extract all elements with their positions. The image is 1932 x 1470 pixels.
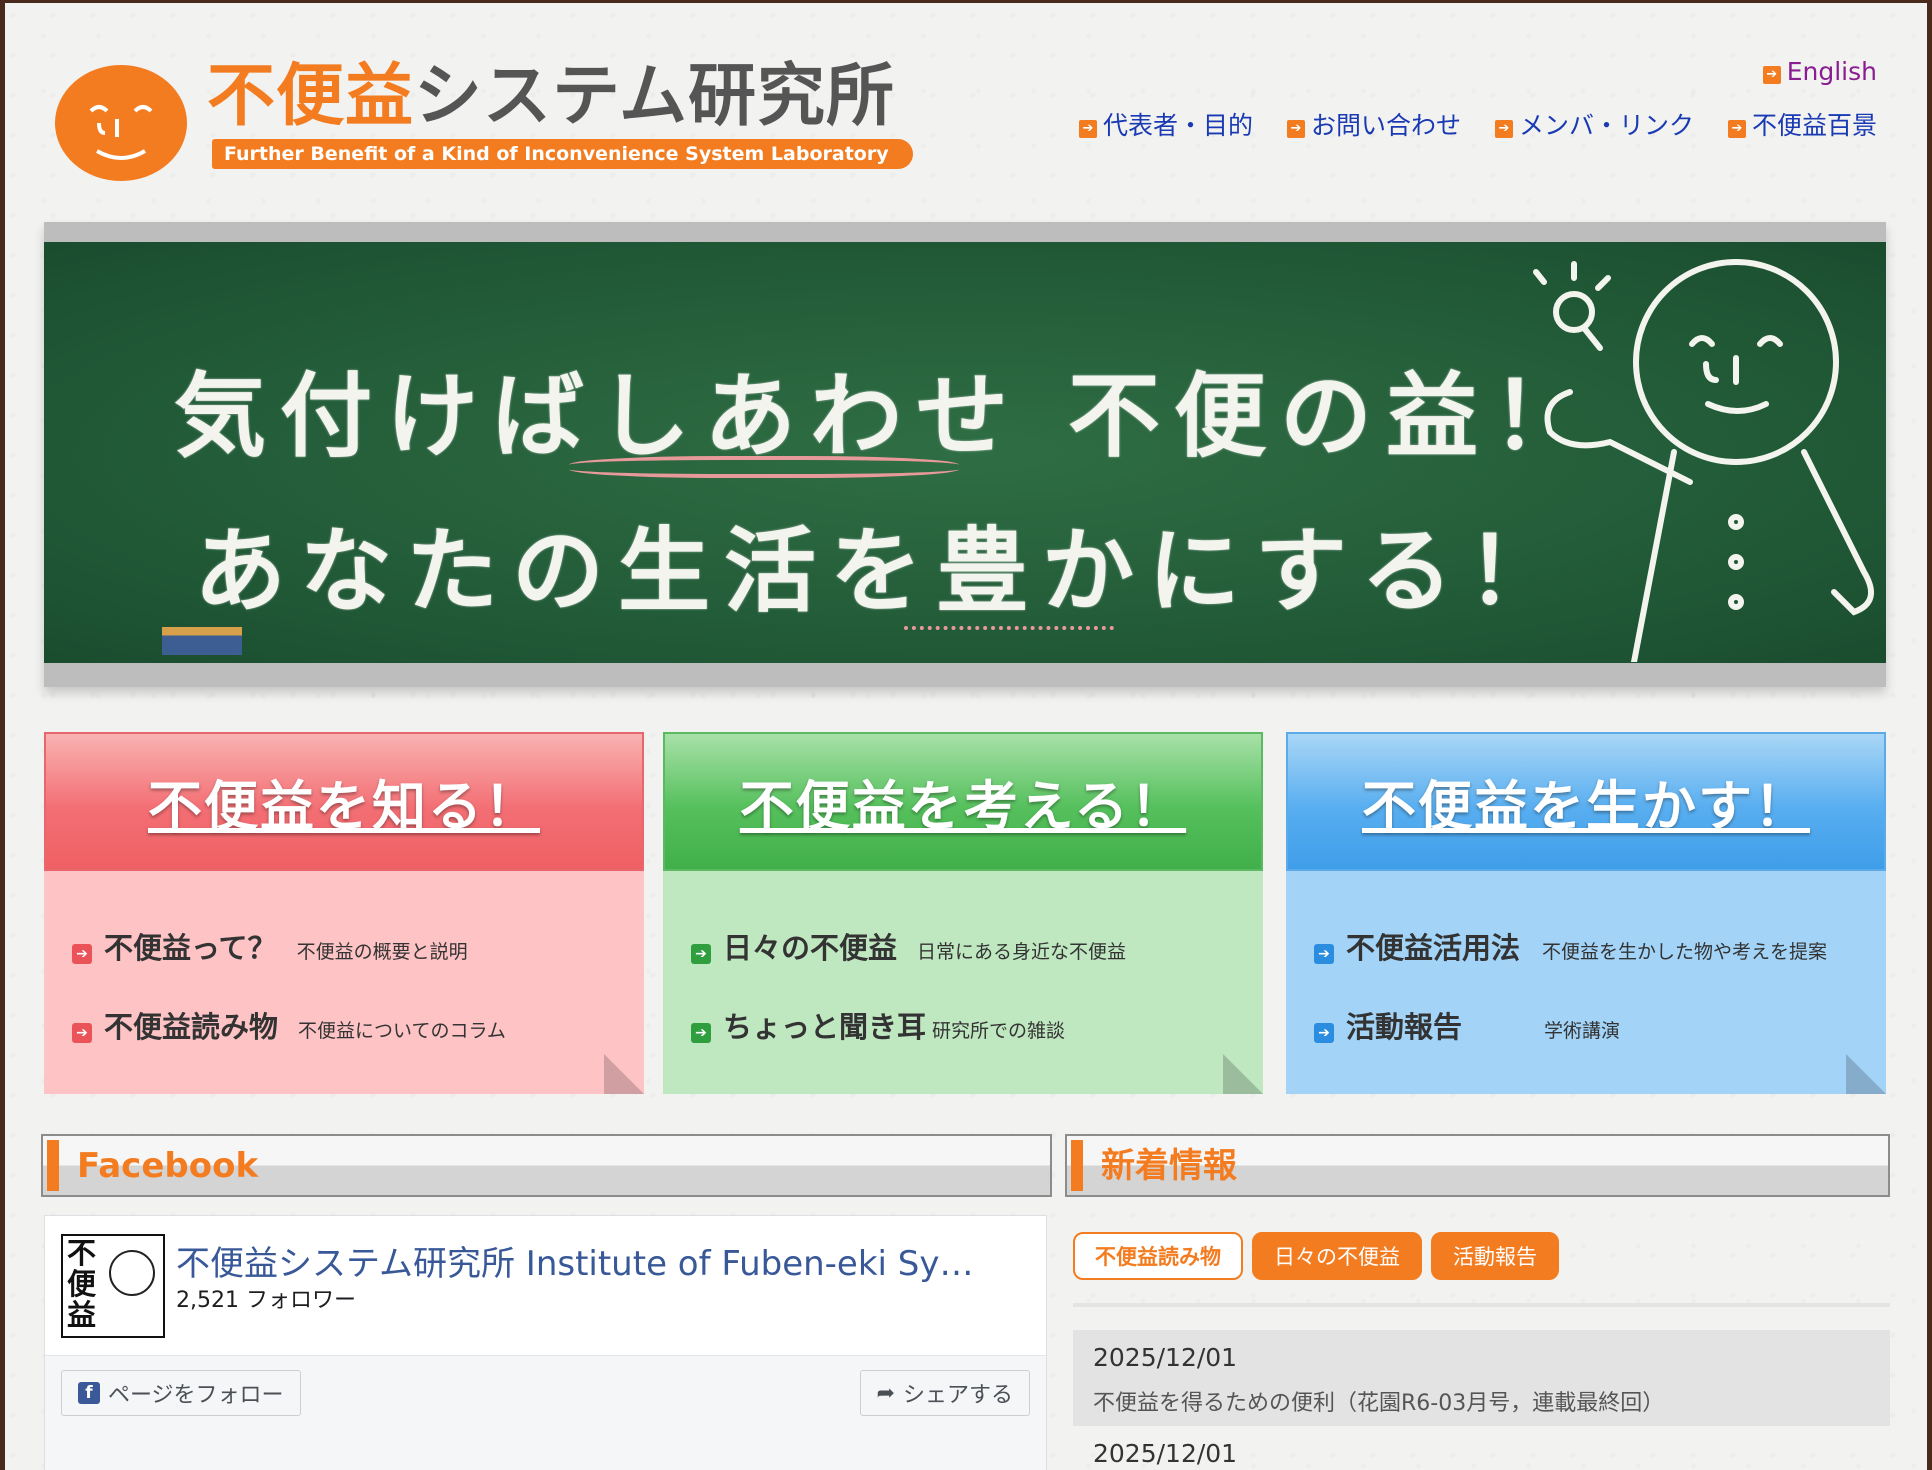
nav-item-representative[interactable]: ➔ 代表者・目的 [1078, 106, 1253, 142]
news-date: 2025/12/01 [1093, 1439, 1238, 1468]
hero-line-2: あなたの生活を豊かにする！ [194, 518, 1573, 625]
follower-count: 2,521 フォロワー [176, 1288, 356, 1313]
folded-corner [1846, 1054, 1886, 1094]
link-fubeneki-readings[interactable]: 不便益読み物 [104, 1004, 278, 1046]
panel-think-title[interactable]: 不便益を考える！ [663, 732, 1263, 871]
site-title-rest: システム研究所 [414, 57, 895, 136]
nav-item-label: 代表者・目的 [1102, 111, 1253, 140]
hero-line-1: 気付けばしあわせ 不便の益！ [174, 363, 1599, 470]
link-eavesdrop[interactable]: ちょっと聞き耳 [723, 1004, 926, 1046]
tab-daily-fubeneki[interactable]: 日々の不便益 [1252, 1232, 1422, 1280]
chalk-wavy-underline [904, 608, 1114, 630]
panel-use: 不便益を生かす！ ➔ 不便益活用法 不便益を生かした物や考えを提案 ➔ 活動報告 学術講… [1286, 732, 1886, 1094]
arrow-right-box-icon: ➔ [691, 944, 711, 964]
nav-item-label: メンバ・リンク [1518, 111, 1694, 140]
share-label: シェアする [902, 1383, 1013, 1408]
follow-page-label: ページをフォロー [108, 1383, 284, 1408]
news-tabs: 不便益読み物 日々の不便益 活動報告 [1073, 1232, 1559, 1280]
chalk-character-illustration [1533, 259, 1875, 662]
follow-page-button[interactable]: f ページをフォロー [61, 1370, 301, 1416]
tab-readings[interactable]: 不便益読み物 [1073, 1232, 1243, 1280]
site-title: 不便益システム研究所 [207, 55, 895, 139]
facebook-page-avatar[interactable]: 不便益 [61, 1234, 165, 1338]
share-arrow-icon: ➦ [876, 1380, 895, 1406]
nav-item-fubeneki-100[interactable]: ➔ 不便益百景 [1727, 106, 1877, 142]
section-accent-bar [1071, 1140, 1083, 1191]
arrow-right-box-icon: ➔ [1286, 120, 1305, 138]
facebook-section-header: Facebook [41, 1134, 1052, 1197]
facebook-section-title: Facebook [77, 1146, 259, 1186]
list-item: ➔ 不便益活用法 不便益を生かした物や考えを提案 [1314, 925, 1827, 967]
item-description: 日常にある身近な不便益 [917, 941, 1127, 963]
arrow-right-box-icon: ➔ [1078, 120, 1097, 138]
link-what-is-fubeneki[interactable]: 不便益って？ [104, 925, 277, 967]
news-item: 2025/12/01 不便益を得るための便利（花園R6-03月号，連載最終回） [1073, 1330, 1890, 1426]
nav-item-label: 不便益百景 [1751, 111, 1877, 140]
chalk-eraser [162, 627, 242, 655]
arrow-right-box-icon: ➔ [691, 1023, 711, 1043]
arrow-right-box-icon: ➔ [1314, 944, 1334, 964]
facebook-logo-icon: f [78, 1382, 100, 1404]
facebook-page-name[interactable]: 不便益システム研究所 Institute of Fuben-eki Sy… [176, 1236, 974, 1285]
logo-face-icon [55, 65, 187, 181]
arrow-right-box-icon: ➔ [1727, 120, 1746, 138]
folded-corner [1223, 1054, 1263, 1094]
news-section-header: 新着情報 [1065, 1134, 1890, 1197]
avatar-face-icon [109, 1250, 155, 1296]
arrow-right-box-icon: ➔ [72, 1023, 92, 1043]
top-nav: ➔ 代表者・目的 ➔ お問い合わせ ➔ メンバ・リンク ➔ 不便益百景 [1078, 106, 1877, 142]
panel-think: 不便益を考える！ ➔ 日々の不便益 日常にある身近な不便益 ➔ ちょっと聞き耳 研究所で… [663, 732, 1263, 1094]
arrow-right-box-icon: ➔ [1494, 120, 1513, 138]
arrow-right-box-icon: ➔ [1762, 66, 1781, 84]
list-item: ➔ 不便益読み物 不便益についてのコラム [72, 1004, 506, 1046]
hero-banner: 気付けばしあわせ 不便の益！ あなたの生活を豊かにする！ [44, 222, 1886, 687]
avatar-kanji: 不便益 [67, 1236, 97, 1332]
link-daily-fubeneki[interactable]: 日々の不便益 [723, 925, 897, 967]
panel-use-body: ➔ 不便益活用法 不便益を生かした物や考えを提案 ➔ 活動報告 学術講演 [1286, 871, 1886, 1094]
list-item: ➔ 活動報告 学術講演 [1314, 1004, 1620, 1046]
section-accent-bar [47, 1140, 59, 1191]
folded-corner [604, 1054, 644, 1094]
arrow-right-box-icon: ➔ [72, 944, 92, 964]
panel-think-body: ➔ 日々の不便益 日常にある身近な不便益 ➔ ちょっと聞き耳 研究所での雑談 [663, 871, 1263, 1094]
page: 不便益システム研究所 Further Benefit of a Kind of … [5, 3, 1927, 1470]
link-activity-report[interactable]: 活動報告 [1346, 1004, 1462, 1046]
site-title-highlight: 不便益 [207, 57, 415, 136]
site-logo[interactable]: 不便益システム研究所 Further Benefit of a Kind of … [55, 55, 913, 185]
facebook-action-bar: f ページをフォロー ➦ シェアする [45, 1355, 1046, 1470]
panel-use-title[interactable]: 不便益を生かす！ [1286, 732, 1886, 871]
link-utilization[interactable]: 不便益活用法 [1346, 925, 1520, 967]
news-date: 2025/12/01 [1093, 1343, 1238, 1372]
english-link[interactable]: ➔ English [1762, 57, 1877, 86]
share-button[interactable]: ➦ シェアする [859, 1370, 1030, 1416]
list-item: ➔ 不便益って？ 不便益の概要と説明 [72, 925, 468, 967]
news-item: 2025/12/01 [1073, 1426, 1890, 1470]
nav-item-contact[interactable]: ➔ お問い合わせ [1286, 106, 1461, 142]
news-section-title: 新着情報 [1101, 1146, 1237, 1186]
tab-activity-report[interactable]: 活動報告 [1431, 1232, 1559, 1280]
english-link-label: English [1786, 57, 1877, 86]
list-item: ➔ 日々の不便益 日常にある身近な不便益 [691, 925, 1126, 967]
item-description: 不便益についてのコラム [298, 1020, 506, 1042]
news-divider [1073, 1303, 1890, 1307]
panel-know: 不便益を知る！ ➔ 不便益って？ 不便益の概要と説明 ➔ 不便益読み物 不便益についての… [44, 732, 644, 1094]
facebook-page-widget: 不便益 不便益システム研究所 Institute of Fuben-eki Sy… [44, 1215, 1047, 1470]
site-subtitle: Further Benefit of a Kind of Inconvenien… [212, 139, 913, 169]
news-title-link[interactable]: 不便益を得るための便利（花園R6-03月号，連載最終回） [1093, 1385, 1664, 1417]
arrow-right-box-icon: ➔ [1314, 1023, 1334, 1043]
item-description: 不便益の概要と説明 [296, 941, 468, 963]
item-description: 研究所での雑談 [932, 1020, 1066, 1042]
nav-item-members-links[interactable]: ➔ メンバ・リンク [1494, 106, 1694, 142]
list-item: ➔ ちょっと聞き耳 研究所での雑談 [691, 1004, 1065, 1046]
chalkboard: 気付けばしあわせ 不便の益！ あなたの生活を豊かにする！ [44, 242, 1886, 663]
panel-know-title[interactable]: 不便益を知る！ [44, 732, 644, 871]
chalk-underline [569, 456, 959, 478]
nav-item-label: お問い合わせ [1310, 111, 1461, 140]
panel-know-body: ➔ 不便益って？ 不便益の概要と説明 ➔ 不便益読み物 不便益についてのコラム [44, 871, 644, 1094]
item-description: 不便益を生かした物や考えを提案 [1542, 941, 1828, 963]
item-description: 学術講演 [1544, 1020, 1621, 1042]
